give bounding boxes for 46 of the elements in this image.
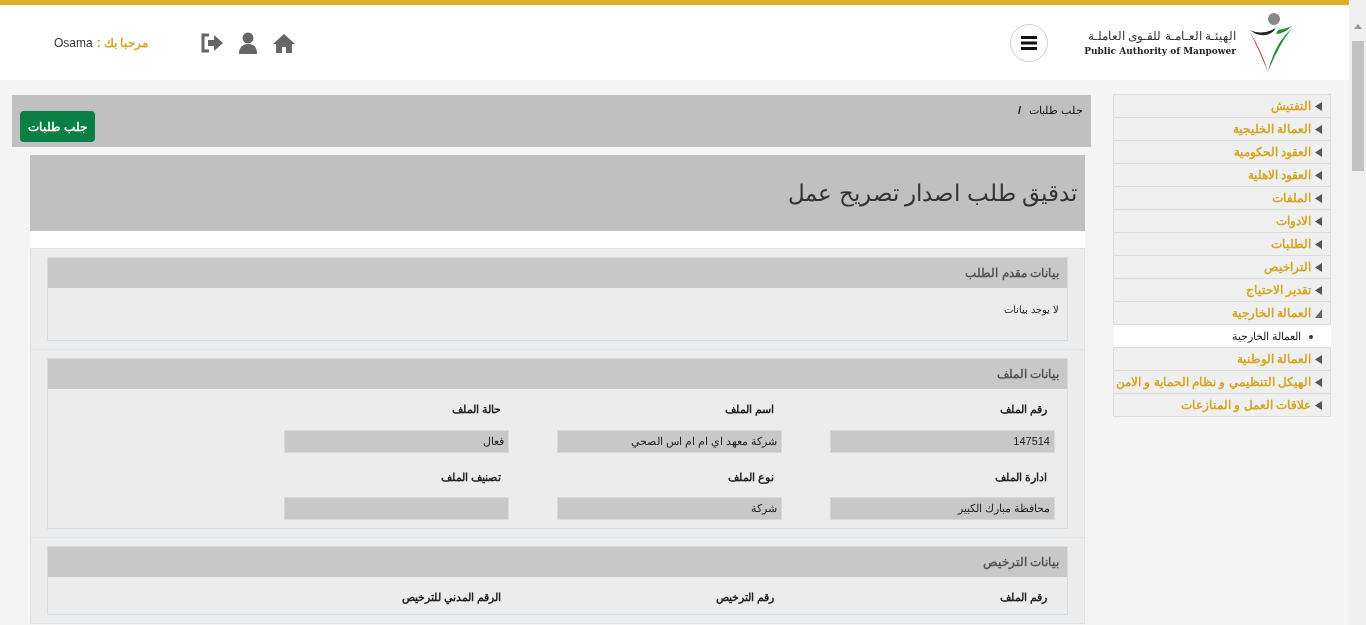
sidebar-item[interactable]: التراخيص — [1113, 255, 1331, 279]
logo-arabic-text: الهيئـة العـامـة للقـوى العاملـة — [1088, 27, 1236, 45]
field-value: محافظة مبارك الكبير — [830, 497, 1055, 520]
sidebar-item[interactable]: الطلبات — [1113, 232, 1331, 256]
logout-icon[interactable] — [200, 32, 225, 53]
sidebar-item[interactable]: العمالة الخارجية — [1113, 301, 1331, 325]
section-title: بيانات مقدم الطلب — [965, 265, 1059, 282]
welcome-label: مرحبا بك : — [96, 34, 149, 52]
section-title: بيانات الملف — [996, 366, 1059, 383]
sidebar-item[interactable]: تقدير الاحتياج — [1113, 278, 1331, 302]
field-label: حالة الملف — [451, 402, 502, 417]
sidebar-subitem[interactable]: العمالة الخارجية — [1113, 325, 1331, 348]
menu-icon — [1021, 35, 1038, 50]
section-title: بيانات الترخيص — [982, 554, 1059, 571]
sidebar-item[interactable]: علاقات العمل و المنازعات — [1113, 393, 1331, 417]
sidebar-item[interactable]: العمالة الوطنية — [1113, 347, 1331, 371]
home-icon[interactable] — [272, 32, 297, 53]
logo-english-text: Public Authority of Manpower — [1084, 44, 1236, 58]
field-label: تصنيف الملف — [440, 469, 502, 485]
field-value: شركة معهد اي ام ام اس الصحي — [557, 429, 782, 453]
user-icon[interactable] — [238, 31, 259, 54]
field-value: فعال — [284, 429, 509, 453]
field-value: شركة — [557, 497, 782, 520]
field-label: الرقم المدني للترخيص — [401, 590, 502, 606]
sidebar-item[interactable]: العمالة الخليجية — [1113, 117, 1331, 141]
field-label: نوع الملف — [727, 469, 775, 485]
scrollbar[interactable] — [1349, 0, 1366, 625]
field-label: اسم الملف — [724, 402, 775, 418]
sidebar-item[interactable]: الملفات — [1113, 186, 1331, 210]
field-label: رقم الترخيص — [715, 590, 775, 606]
user-name: Osama — [54, 34, 93, 52]
breadcrumb-link[interactable]: جلب طلبات — [1028, 102, 1083, 119]
breadcrumb-separator: / — [1017, 103, 1021, 118]
empty-message: لا يوجد بيانات — [1004, 304, 1059, 315]
scrollbar-thumb[interactable] — [1351, 41, 1364, 171]
field-label: رقم الملف — [999, 402, 1048, 418]
sidebar-item[interactable]: التفتيش — [1113, 94, 1331, 118]
sidebar-item[interactable]: العقود الاهلية — [1113, 163, 1331, 187]
sidebar-item[interactable]: العقود الحكومية — [1113, 140, 1331, 164]
sidebar-item[interactable]: الادوات — [1113, 209, 1331, 233]
sidebar-item[interactable]: الهيكل التنظيمي و نظام الحماية و الامن — [1113, 370, 1331, 394]
page-title: تدقيق طلب اصدار تصريح عمل — [788, 178, 1077, 209]
field-label: رقم الملف — [999, 590, 1048, 606]
fetch-requests-button[interactable]: جلب طلبات — [20, 111, 96, 142]
field-value: 147514 — [830, 429, 1055, 453]
field-label: ادارة الملف — [994, 469, 1048, 485]
